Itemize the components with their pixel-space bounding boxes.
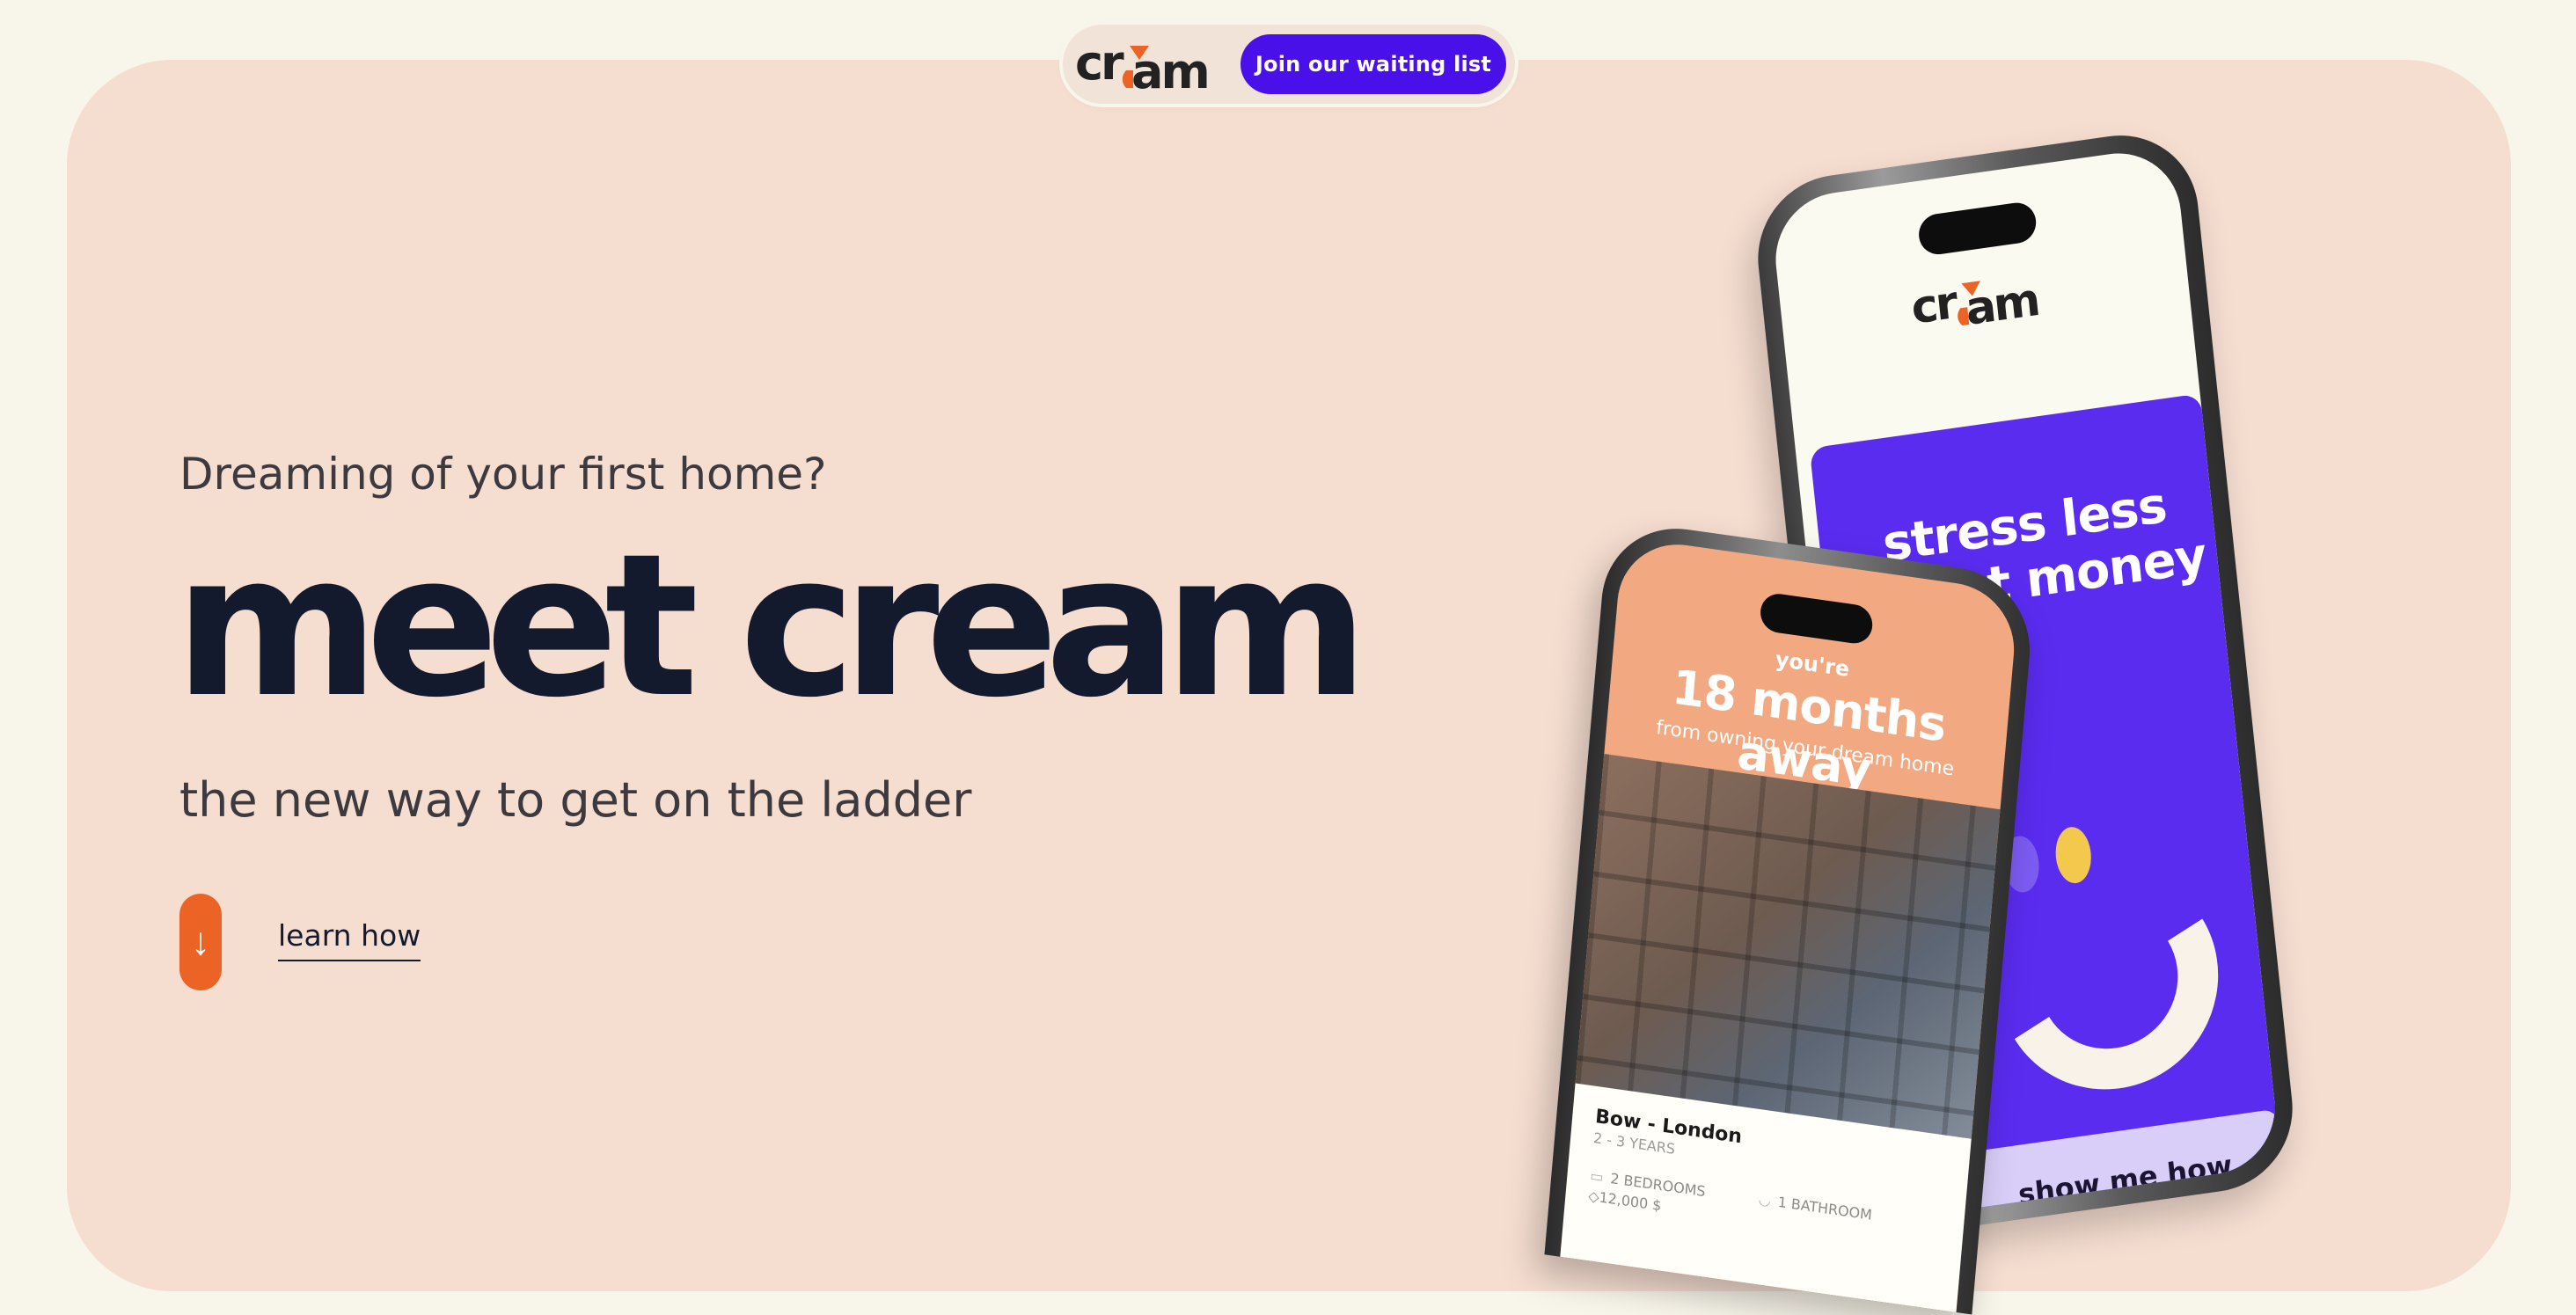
hero-headline: meet cream xyxy=(174,511,1369,741)
svg-text:am: am xyxy=(1131,44,1208,95)
svg-text:am: am xyxy=(1963,274,2040,336)
bath-icon: ◡ xyxy=(1758,1190,1772,1209)
join-waiting-list-button[interactable]: Join our waiting list xyxy=(1240,34,1506,94)
cream-app-logo: cr am xyxy=(1909,274,2041,336)
cream-logo[interactable]: cr am cream xyxy=(1075,33,1226,95)
top-nav: cr am cream Join our waiting list xyxy=(1063,25,1515,104)
dynamic-island xyxy=(1759,591,1875,647)
arrow-down-icon: ↓ xyxy=(191,920,210,963)
phone-mockup-front: you're 18 months away from owning your d… xyxy=(1544,518,2037,1315)
bed-icon: ▭ xyxy=(1589,1166,1605,1186)
hero-eyebrow: Dreaming of your first home? xyxy=(179,449,827,500)
hero-subheadline: the new way to get on the ladder xyxy=(179,772,972,828)
svg-text:cr: cr xyxy=(1075,35,1124,91)
svg-text:cr: cr xyxy=(1909,276,1961,335)
dynamic-island xyxy=(1916,200,2038,258)
learn-how-link[interactable]: learn how xyxy=(278,918,421,961)
phone-front-screen: you're 18 months away from owning your d… xyxy=(1560,536,2020,1313)
scroll-down-button[interactable]: ↓ xyxy=(179,894,222,990)
